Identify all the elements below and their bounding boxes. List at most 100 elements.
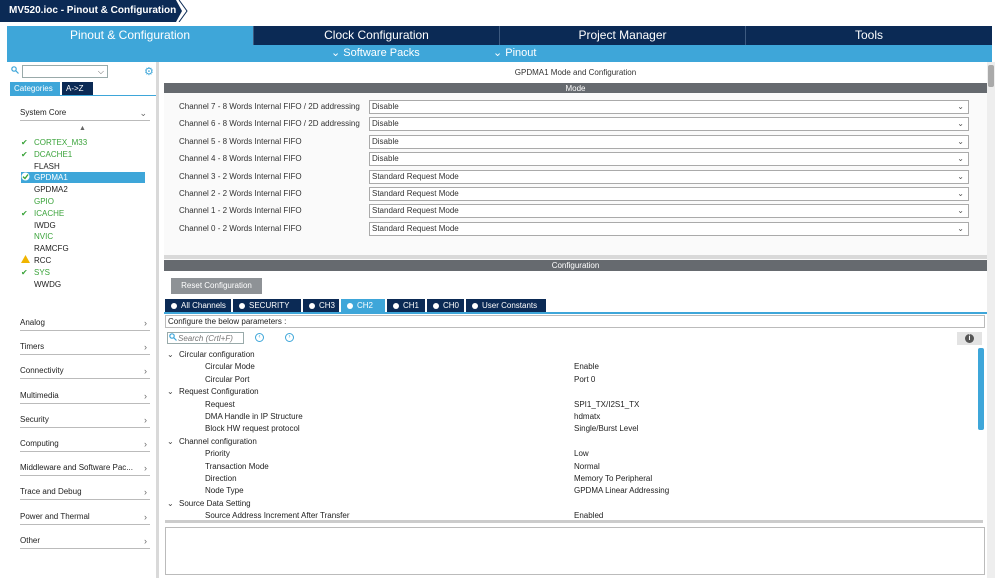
horizontal-scrollbar[interactable] — [165, 520, 983, 523]
chevron-down-icon[interactable]: ⌄ — [167, 437, 174, 446]
channel-label: Channel 7 - 8 Words Internal FIFO / 2D a… — [179, 102, 360, 111]
peripheral-label: GPIO — [34, 197, 55, 206]
tree-group[interactable]: ⌄ Source Data Setting — [164, 499, 979, 511]
tab-tools[interactable]: Tools — [745, 26, 992, 45]
config-tab-ch2[interactable]: CH2 — [341, 299, 385, 312]
parameter-value: Normal — [574, 461, 600, 471]
group-other[interactable]: Other › — [20, 533, 150, 549]
chevron-right-icon: › — [144, 463, 147, 474]
config-tab-security[interactable]: SECURITY — [233, 299, 301, 312]
peripheral-rcc[interactable]: RCC — [21, 255, 145, 266]
pinout-label: Pinout — [505, 47, 537, 59]
channel-mode-select[interactable]: Standard Request Mode ⌄ — [369, 187, 969, 201]
peripheral-cortex-m33[interactable]: ✔ CORTEX_M33 — [21, 137, 145, 148]
chevron-down-icon: ⌄ — [957, 189, 964, 198]
config-tab-all-channels[interactable]: All Channels — [165, 299, 231, 312]
group-connectivity[interactable]: Connectivity › — [20, 363, 150, 380]
tab-clock-configuration[interactable]: Clock Configuration — [253, 26, 499, 45]
group-computing[interactable]: Computing › — [20, 436, 150, 452]
tree-parameter[interactable]: Circular Mode Enable — [164, 362, 979, 374]
channel-mode-select[interactable]: Standard Request Mode ⌄ — [369, 204, 969, 219]
parameter-search-input[interactable] — [178, 334, 242, 343]
group-multimedia[interactable]: Multimedia › — [20, 388, 150, 404]
info-button[interactable]: i — [957, 332, 982, 345]
channel-mode-select[interactable]: Standard Request Mode ⌄ — [369, 221, 969, 236]
panel-scrollbar[interactable] — [987, 62, 995, 578]
tab-project-manager[interactable]: Project Manager — [499, 26, 745, 45]
tab-pinout-configuration[interactable]: Pinout & Configuration — [7, 26, 253, 45]
channel-mode-select[interactable]: Disable ⌄ — [369, 134, 969, 149]
tree-parameter[interactable]: DMA Handle in IP Structure hdmatx — [164, 412, 979, 424]
channel-mode-select[interactable]: Disable ⌄ — [369, 152, 969, 167]
search-next-icon[interactable]: › — [285, 333, 294, 342]
tree-group[interactable]: ⌄ Circular configuration — [164, 350, 979, 362]
peripheral-gpio[interactable]: GPIO — [21, 196, 145, 207]
tree-parameter[interactable]: Direction Memory To Peripheral — [164, 474, 979, 486]
peripheral-nvic[interactable]: NVIC — [21, 231, 145, 242]
breadcrumb-file[interactable]: MV520.ioc - Pinout & Configuration — [0, 0, 182, 22]
group-system-core[interactable]: System Core ⌄ — [20, 105, 150, 121]
group-label: Timers — [20, 342, 45, 352]
group-middleware-and-software-pac[interactable]: Middleware and Software Pac... › — [20, 460, 150, 477]
config-tab-ch1[interactable]: CH1 — [387, 299, 425, 312]
peripheral-flash[interactable]: FLASH — [21, 161, 145, 172]
group-trace-and-debug[interactable]: Trace and Debug › — [20, 484, 150, 501]
reset-configuration-button[interactable]: Reset Configuration — [171, 278, 262, 294]
config-tab-ch3[interactable]: CH3 — [303, 299, 339, 312]
tree-parameter[interactable]: Block HW request protocol Single/Burst Le… — [164, 424, 979, 436]
parameter-name: Block HW request protocol — [205, 424, 300, 434]
scrollbar-thumb[interactable] — [978, 348, 984, 430]
tree-scrollbar[interactable] — [978, 348, 984, 524]
channel-mode-value: Standard Request Mode — [372, 206, 459, 216]
tree-parameter[interactable]: Node Type GPDMA Linear Addressing — [164, 486, 979, 498]
peripheral-iwdg[interactable]: IWDG — [21, 220, 145, 231]
parameter-value: Enabled — [574, 511, 604, 521]
peripheral-label: SYS — [34, 267, 51, 277]
config-tab-ch0[interactable]: CH0 — [427, 299, 464, 312]
peripheral-wwdg[interactable]: WWDG — [21, 279, 145, 290]
peripheral-ramcfg[interactable]: RAMCFG — [21, 243, 145, 254]
parameter-value: Enable — [574, 362, 599, 372]
tree-parameter[interactable]: Request SPI1_TX/I2S1_TX — [164, 400, 979, 412]
category-search-combo[interactable]: ⌵ — [22, 65, 108, 78]
peripheral-label: DCACHE1 — [34, 149, 73, 159]
channel-mode-select[interactable]: Disable ⌄ — [369, 100, 969, 114]
peripheral-gpdma1[interactable]: GPDMA1 — [21, 172, 145, 184]
software-packs-menu[interactable]: ⌄ Software Packs — [331, 45, 420, 62]
group-security[interactable]: Security › — [20, 412, 150, 428]
categories-panel: ⌵ ⚙ Categories A->Z System Core ⌄ ▲ ✔ COR… — [7, 62, 159, 578]
search-previous-icon[interactable]: ‹ — [255, 333, 264, 342]
gear-icon[interactable]: ⚙ — [144, 65, 154, 78]
divider[interactable] — [164, 255, 987, 259]
parameter-search — [167, 332, 244, 344]
chevron-down-icon: ⌄ — [957, 206, 964, 216]
breadcrumb-bar: MV520.ioc - Pinout & Configuration — [0, 0, 998, 22]
channel-mode-select[interactable]: Disable ⌄ — [369, 117, 969, 132]
peripheral-icache[interactable]: ✔ ICACHE — [21, 208, 145, 219]
channel-label: Channel 1 - 2 Words Internal FIFO — [179, 206, 302, 216]
tree-parameter[interactable]: Transaction Mode Normal — [164, 462, 979, 474]
channel-mode-select[interactable]: Standard Request Mode ⌄ — [369, 169, 969, 184]
tab-a-z[interactable]: A->Z — [62, 82, 93, 95]
peripheral-label: IWDG — [34, 220, 56, 230]
sort-icon[interactable]: ▲ — [79, 125, 86, 132]
group-label: Connectivity — [20, 366, 64, 376]
peripheral-dcache1[interactable]: ✔ DCACHE1 — [21, 149, 145, 160]
group-label: Trace and Debug — [20, 487, 82, 497]
config-tab-user-constants[interactable]: User Constants — [466, 299, 546, 312]
tree-group[interactable]: ⌄ Request Configuration — [164, 387, 979, 399]
group-analog[interactable]: Analog › — [20, 315, 150, 331]
tab-categories[interactable]: Categories — [10, 82, 60, 95]
peripheral-gpdma2[interactable]: GPDMA2 — [21, 184, 145, 195]
scrollbar-thumb[interactable] — [988, 65, 994, 87]
tree-group[interactable]: ⌄ Channel configuration — [164, 437, 979, 449]
pinout-menu[interactable]: ⌄ Pinout — [493, 45, 536, 62]
tree-parameter[interactable]: Priority Low — [164, 449, 979, 461]
chevron-down-icon[interactable]: ⌄ — [167, 387, 174, 396]
chevron-down-icon[interactable]: ⌄ — [167, 499, 174, 508]
group-power-and-thermal[interactable]: Power and Thermal › — [20, 509, 150, 525]
chevron-down-icon[interactable]: ⌄ — [167, 350, 174, 359]
group-timers[interactable]: Timers › — [20, 339, 150, 356]
tree-parameter[interactable]: Circular Port Port 0 — [164, 375, 979, 387]
peripheral-sys[interactable]: ✔ SYS — [21, 267, 145, 278]
